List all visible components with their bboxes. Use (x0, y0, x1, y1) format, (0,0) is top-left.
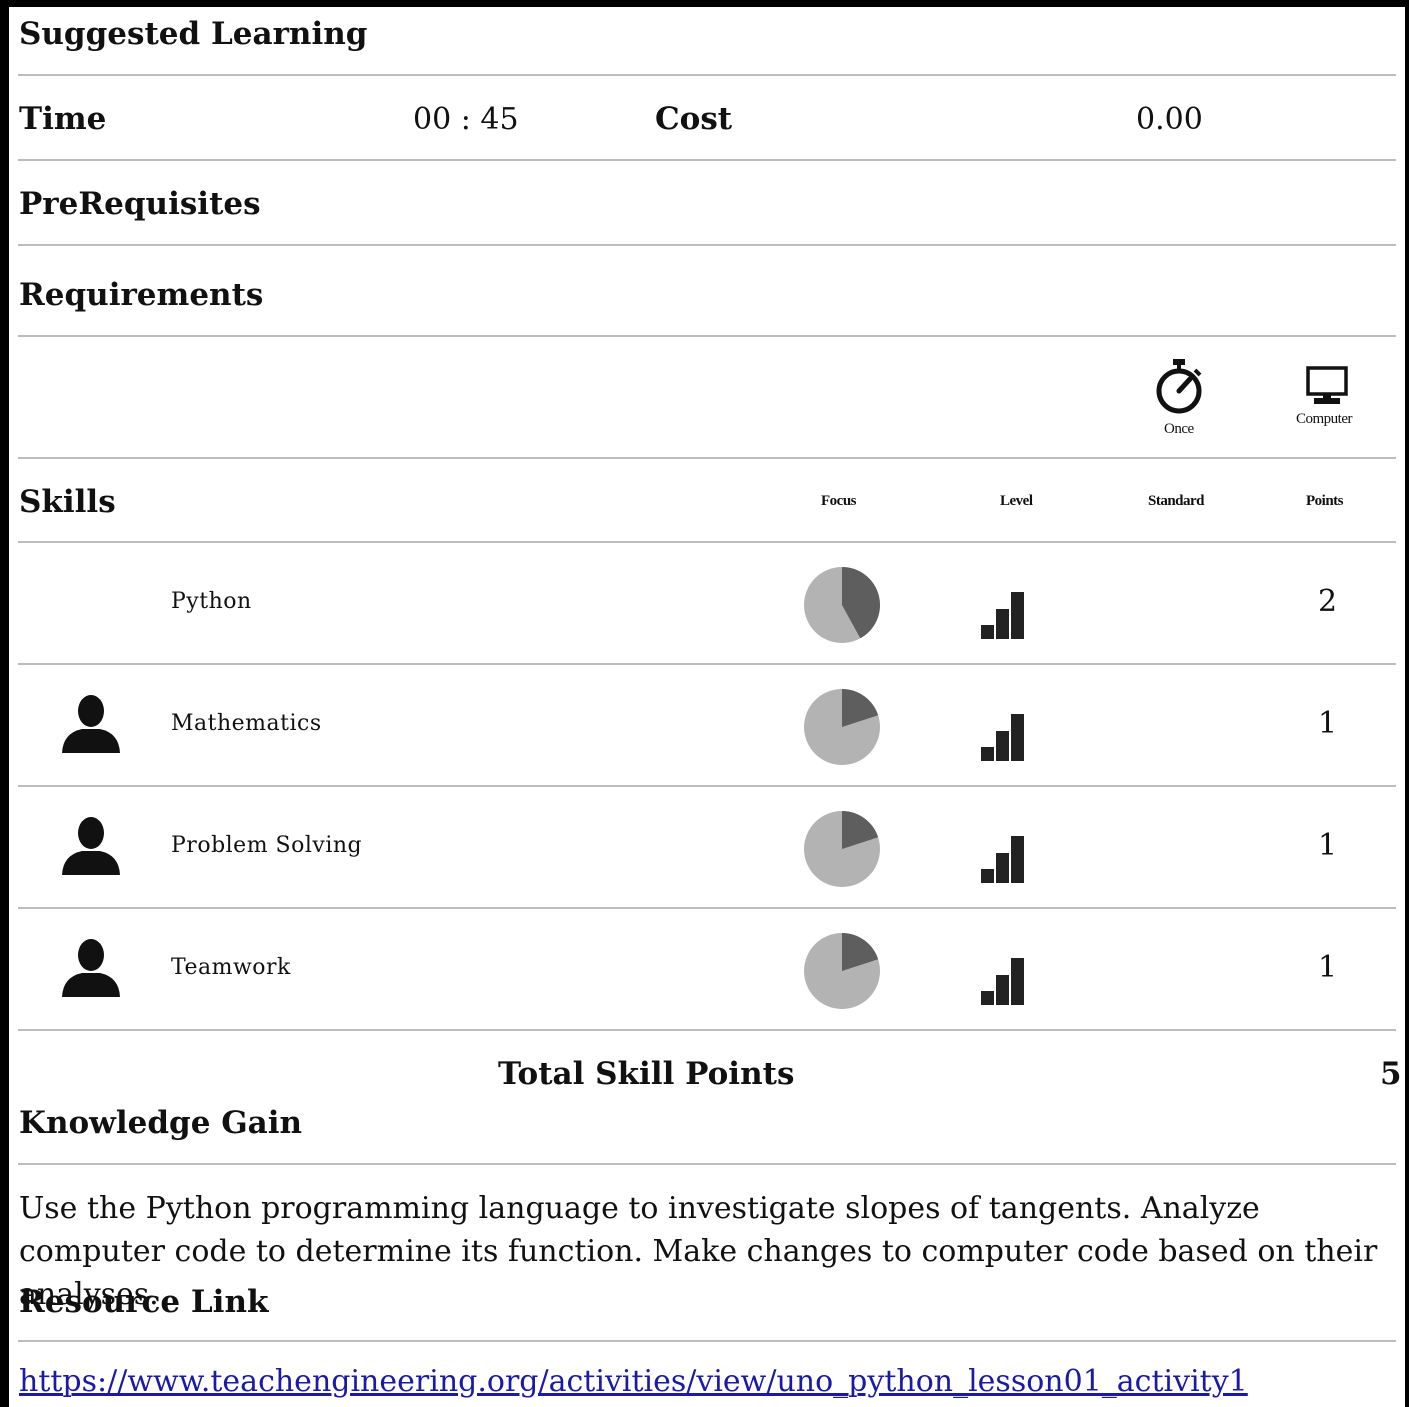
resource-link[interactable]: https://www.teachengineering.org/activit… (19, 1364, 1248, 1399)
knowledge-gain-heading: Knowledge Gain (19, 1105, 303, 1141)
divider (18, 1029, 1396, 1031)
resource-link-heading: Resource Link (19, 1284, 269, 1320)
skill-points: 1 (1318, 950, 1338, 985)
divider (18, 1163, 1396, 1165)
level-bar (1011, 958, 1024, 1005)
total-skill-points-label: Total Skill Points (498, 1056, 795, 1092)
divider (18, 1340, 1396, 1342)
level-bar (996, 975, 1009, 1005)
level-bar (981, 991, 994, 1005)
total-skill-points-value: 5 (1380, 1056, 1402, 1092)
